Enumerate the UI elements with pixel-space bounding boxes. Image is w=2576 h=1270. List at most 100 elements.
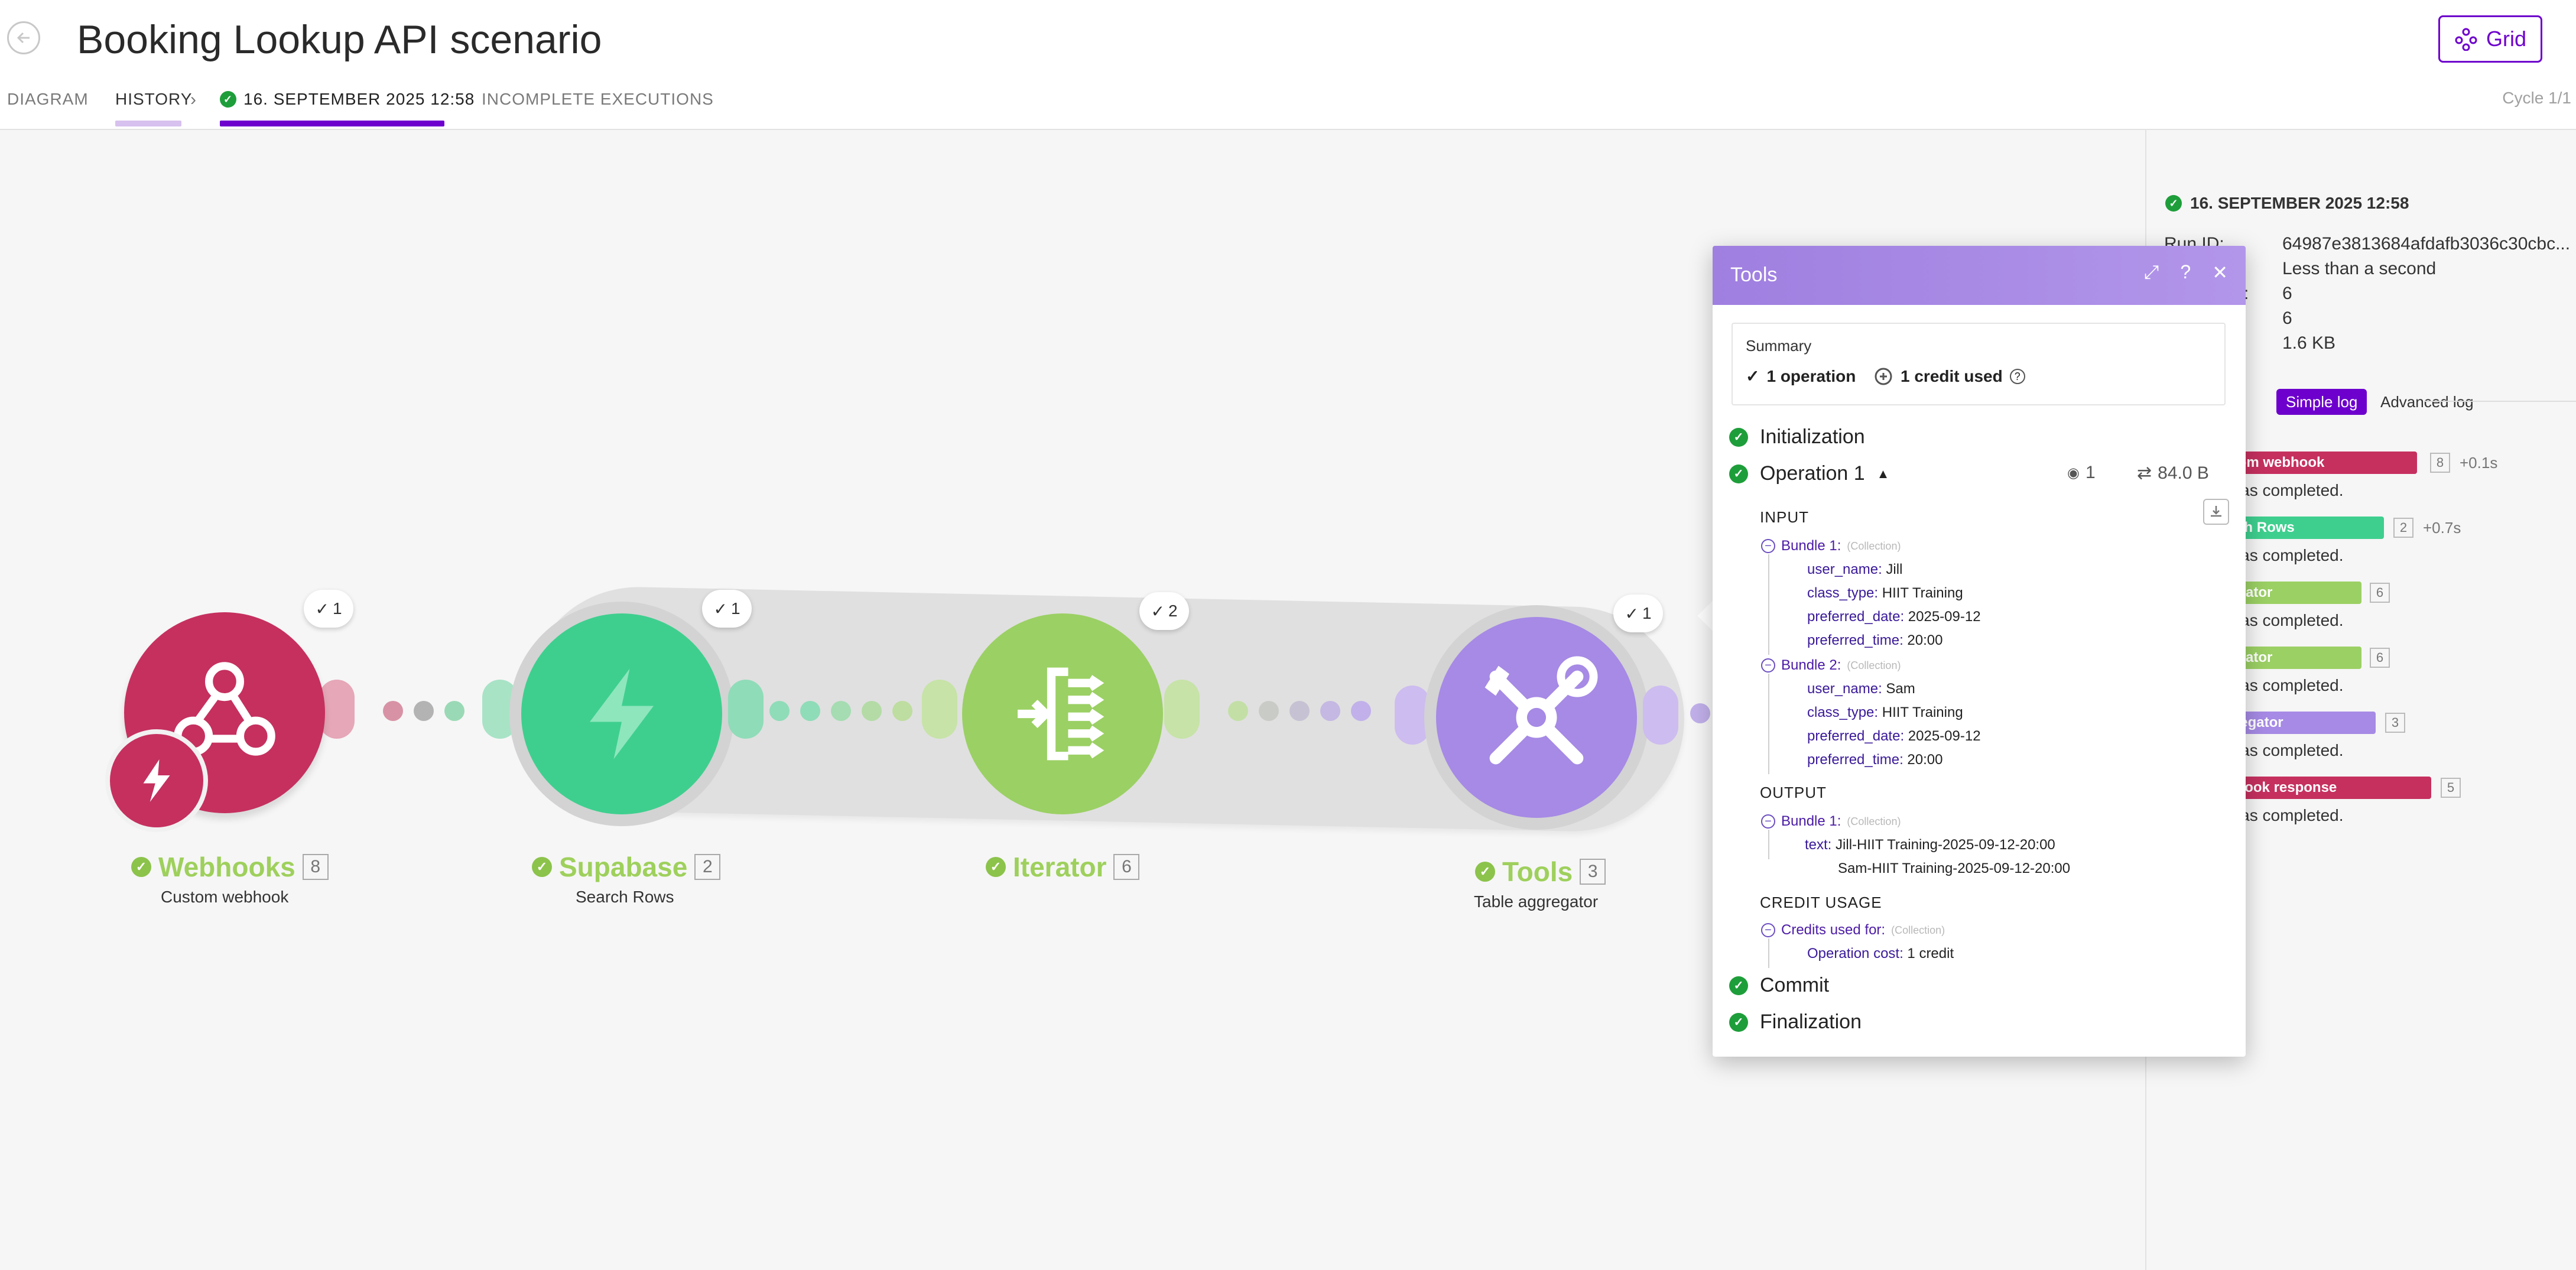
arrow-left-icon — [17, 32, 30, 44]
tree-line — [1768, 938, 1769, 968]
collection-type: (Collection) — [1847, 815, 1901, 827]
field-value: 20:00 — [1907, 632, 1943, 648]
collapse-icon[interactable]: − — [1761, 658, 1775, 673]
step-label: Initialization — [1760, 426, 1865, 448]
check-icon: ✓ — [2165, 195, 2182, 212]
tools-icon — [1484, 656, 1598, 765]
tab-incomplete-executions[interactable]: INCOMPLETE EXECUTIONS — [482, 90, 714, 109]
iterator-node-title: ✓ Iterator 6 — [986, 851, 1140, 883]
connector-dot — [892, 701, 912, 721]
step-initialization[interactable]: ✓ Initialization — [1729, 426, 1865, 449]
input-bundle-2[interactable]: − Bundle 2: (Collection) — [1761, 657, 1901, 674]
iterator-node[interactable] — [962, 613, 1163, 814]
node-name: Supabase — [559, 852, 688, 882]
step-finalization[interactable]: ✓ Finalization — [1729, 1011, 1862, 1034]
operation-size-text: 84.0 B — [2158, 463, 2209, 483]
ops-badge[interactable]: ✓ 1 — [304, 590, 353, 628]
iterator-output-handle[interactable] — [1164, 680, 1200, 739]
expand-icon[interactable]: ⤢ — [2144, 261, 2159, 284]
field-value-continued: Sam-HIIT Training-2025-09-12-20:00 — [1838, 860, 2071, 876]
summary-operations: ✓ 1 operation — [1746, 366, 1856, 386]
node-subtitle: Search Rows — [576, 888, 674, 906]
connector-dot — [1259, 701, 1279, 721]
node-name: Iterator — [1013, 852, 1107, 882]
collapse-icon[interactable]: − — [1761, 923, 1775, 937]
connector-dot — [800, 701, 820, 721]
connector-dot — [862, 701, 882, 721]
field-value: Jill — [1886, 561, 1903, 577]
tab-diagram[interactable]: DIAGRAM — [7, 90, 89, 109]
tab-history-underline — [115, 121, 181, 126]
collapse-icon[interactable]: − — [1761, 539, 1775, 553]
input-section-label: INPUT — [1760, 508, 1809, 526]
bundle-label: Bundle 2: — [1781, 657, 1841, 673]
bundle-label: Bundle 1: — [1781, 538, 1841, 554]
supabase-output-handle[interactable] — [728, 680, 764, 739]
step-commit[interactable]: ✓ Commit — [1729, 974, 1829, 997]
operations-value: 6 — [2282, 284, 2292, 303]
log-module-number: 6 — [2370, 583, 2390, 603]
collection-type: (Collection) — [1847, 540, 1901, 552]
node-name: Webhooks — [158, 852, 295, 882]
collection-type: (Collection) — [1891, 924, 1945, 936]
tools-output-handle[interactable] — [1643, 686, 1678, 745]
grid-button[interactable]: Grid — [2438, 15, 2542, 63]
tab-history[interactable]: HISTORY — [115, 90, 192, 109]
help-icon[interactable]: ? — [2180, 261, 2191, 284]
node-subtitle: Table aggregator — [1474, 892, 1599, 911]
connector-dot — [769, 701, 790, 721]
tools-node[interactable] — [1436, 617, 1637, 818]
check-icon: ✓ — [1475, 862, 1495, 882]
field-key: preferred_date: — [1807, 728, 1905, 744]
iterator-icon — [1018, 667, 1105, 761]
check-icon: ✓ — [1729, 1012, 1748, 1032]
check-icon: ✓ — [532, 857, 552, 877]
double-check-icon: ✓ — [1746, 367, 1760, 385]
ops-badge[interactable]: ✓ 1 — [702, 590, 752, 628]
grid-nodes-icon — [2455, 28, 2477, 51]
summary-label: Summary — [1746, 337, 1812, 355]
connector-dot — [831, 701, 851, 721]
tab-execution[interactable]: ✓ 16. SEPTEMBER 2025 12:58 — [220, 90, 475, 109]
download-button[interactable] — [2203, 499, 2229, 525]
log-time: +0.1s — [2460, 454, 2498, 472]
field-value: 2025-09-12 — [1908, 609, 1981, 625]
output-bundle-1[interactable]: − Bundle 1: (Collection) — [1761, 813, 1901, 830]
supabase-node[interactable] — [521, 613, 722, 814]
field-row: user_name: Jill — [1807, 561, 1902, 578]
module-number: 6 — [1113, 854, 1140, 880]
tree-line — [1768, 554, 1769, 655]
field-key: user_name: — [1807, 561, 1882, 577]
log-module-number: 8 — [2430, 453, 2450, 473]
ops-badge[interactable]: ✓ 1 — [1613, 595, 1663, 632]
connector-dot — [1351, 701, 1371, 721]
iterator-input-handle[interactable] — [922, 680, 957, 739]
bundle-label: Bundle 1: — [1781, 813, 1841, 829]
step-label: Commit — [1760, 974, 1830, 996]
simple-log-toggle[interactable]: Simple log — [2276, 389, 2367, 415]
popup-header: Tools ⤢ ? ✕ — [1713, 246, 2246, 305]
field-value: 1 credit — [1907, 946, 1954, 962]
credit-coin-icon — [1875, 368, 1892, 385]
help-circle-icon[interactable]: ? — [2009, 369, 2025, 384]
connector-dot — [1320, 701, 1340, 721]
field-value: Jill-HIIT Training-2025-09-12-20:00 — [1836, 837, 2055, 853]
back-button[interactable] — [7, 21, 40, 54]
check-icon: ✓ — [131, 857, 151, 877]
step-label: Finalization — [1760, 1011, 1862, 1033]
check-icon: ✓ — [220, 91, 236, 108]
advanced-log-toggle[interactable]: Advanced log — [2371, 389, 2483, 415]
tools-node-title: ✓ Tools 3 — [1475, 856, 1606, 888]
module-output-popup: Tools ⤢ ? ✕ Summary ✓ 1 operation 1 cred… — [1713, 246, 2246, 1057]
collapse-icon[interactable]: − — [1761, 814, 1775, 829]
tab-bar: DIAGRAM HISTORY › ✓ 16. SEPTEMBER 2025 1… — [0, 90, 2576, 130]
field-value: 20:00 — [1907, 752, 1943, 768]
lightning-icon — [143, 759, 170, 802]
log-execution-date: ✓ 16. SEPTEMBER 2025 12:58 — [2165, 194, 2409, 213]
credit-bundle[interactable]: − Credits used for: (Collection) — [1761, 922, 1945, 938]
step-operation[interactable]: ✓ Operation 1 ▲ — [1729, 462, 1889, 485]
close-icon[interactable]: ✕ — [2212, 261, 2228, 284]
field-key: text: — [1805, 837, 1832, 853]
input-bundle-1[interactable]: − Bundle 1: (Collection) — [1761, 538, 1901, 554]
ops-badge[interactable]: ✓ 2 — [1139, 592, 1189, 630]
